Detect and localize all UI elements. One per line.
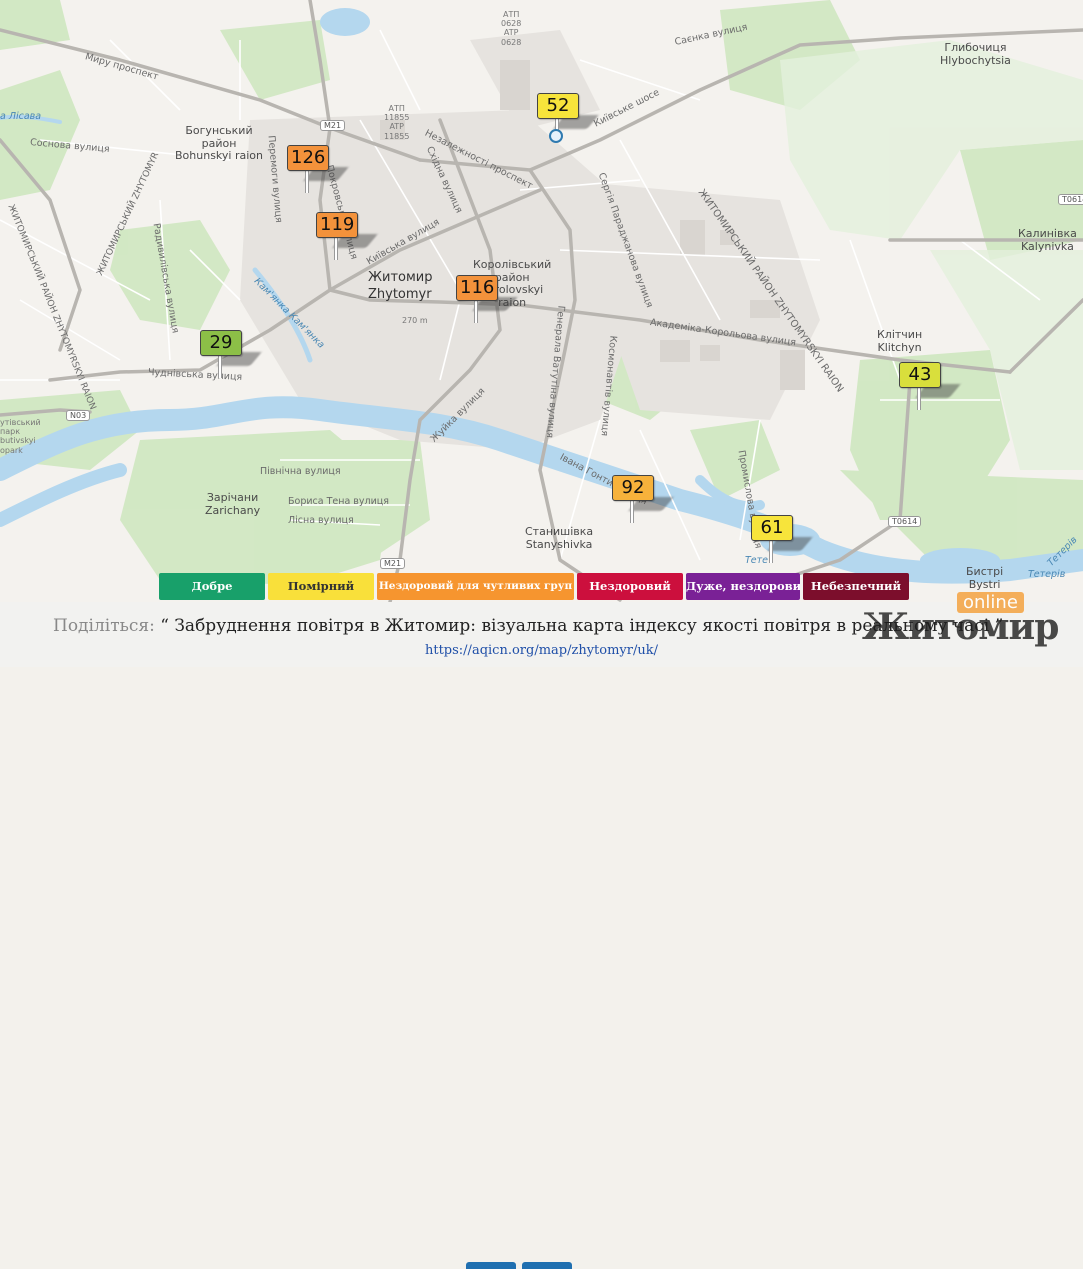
city-name-en: Zhytomyr xyxy=(368,287,432,302)
place-label-stanyshivka: Станишівка Stanyshivka xyxy=(525,525,594,551)
share-button-stub[interactable] xyxy=(466,1262,516,1269)
aqi-value: 126 xyxy=(287,145,330,171)
river-label: Тете xyxy=(745,555,769,566)
legend-very-unhealthy: Дуже, нездоровий xyxy=(686,573,800,600)
street-label: Північна вулиця xyxy=(260,466,341,477)
river-label: Тетерів xyxy=(1028,569,1066,580)
road-shield: M21 xyxy=(380,558,406,570)
place-label-bystri: Бистрі Bystri xyxy=(966,565,1004,591)
aqi-value: 119 xyxy=(316,212,359,238)
place-label-zarichany: Зарічани Zarichany xyxy=(205,491,261,517)
aqi-value: 29 xyxy=(200,330,242,356)
poi-label-atp-0628: АТП 0628 ATP 0628 xyxy=(501,10,522,47)
elevation-label: 270 m xyxy=(402,316,428,325)
share-button-stub[interactable] xyxy=(522,1262,572,1269)
place-label-bohunskyi: Богунський район Bohunskyi raion xyxy=(175,124,263,163)
share-prefix: Поділіться: xyxy=(53,616,155,636)
aqi-value: 61 xyxy=(751,515,793,541)
air-quality-map[interactable]: Богунський район Bohunskyi raion Королівсь… xyxy=(0,0,1083,602)
place-label-hlybochytsia: Глибочиця Hlybochytsia xyxy=(940,41,1011,67)
city-name-uk: Житомир xyxy=(368,270,433,285)
place-label-klitchyn: Клітчин Klitchyn xyxy=(877,328,923,354)
road-shield: M21 xyxy=(320,120,346,132)
legend-good: Добре xyxy=(159,573,265,600)
legend-unhealthy-sensitive: Нездоровий для чутливих груп xyxy=(377,573,574,600)
road-shield: T0614 xyxy=(888,516,922,528)
share-line: Поділіться: “ Забруднення повітря в Жито… xyxy=(53,616,1003,636)
road-shield: N03 xyxy=(66,410,91,422)
station-pin-icon xyxy=(549,129,563,143)
aqi-value: 52 xyxy=(537,93,579,119)
road-shield: T0614 xyxy=(1058,194,1083,206)
park-label: утівський парк butivskyi opark xyxy=(0,418,41,455)
watermark-online: online xyxy=(957,592,1024,613)
legend-unhealthy: Нездоровий xyxy=(577,573,683,600)
aqi-legend: Добре Помірний Нездоровий для чутливих г… xyxy=(159,573,909,600)
legend-moderate: Помірний xyxy=(268,573,374,600)
zhitomir-online-watermark: Житомир online xyxy=(862,590,1062,650)
river-label: а Лісава xyxy=(0,111,42,122)
street-label: Бориса Тена вулиця xyxy=(288,496,389,507)
aqi-value: 92 xyxy=(612,475,654,501)
street-label: Лісна вулиця xyxy=(288,515,354,526)
aqi-value: 43 xyxy=(899,362,941,388)
poi-label-atp-11855: АТП 11855 ATP 11855 xyxy=(384,104,410,141)
aqi-value: 116 xyxy=(456,275,499,301)
place-label-kalynivka: Калинівка Kalynivka xyxy=(1018,227,1077,253)
